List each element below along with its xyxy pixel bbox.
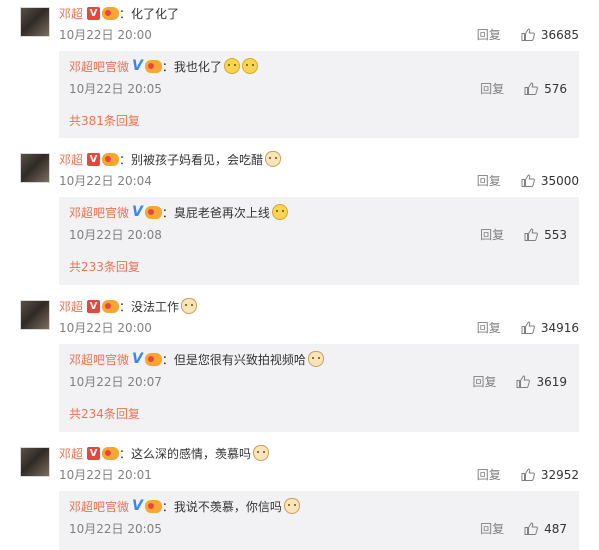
comment-text: 没法工作 [131,299,180,314]
reply-username[interactable]: 邓超吧官微 [69,351,129,368]
verified-v-icon: V [87,446,101,460]
colon-separator: ： [119,6,132,21]
colon-separator: ： [119,152,132,167]
thumbs-up-icon[interactable] [524,82,539,95]
member-badge-icon[interactable] [144,352,162,366]
thumbs-up-icon[interactable] [521,468,535,481]
member-badge-icon[interactable] [102,446,120,460]
reply-username[interactable]: 邓超吧官微 [69,498,129,515]
more-replies-link[interactable]: 共233条回复 [69,258,140,275]
reply-button[interactable]: 回复 [480,80,504,97]
username[interactable]: 邓超 [59,445,83,462]
verified-blue-v-icon: V [132,58,143,74]
reply-text: 我说不羡慕，你信吗 [173,499,282,514]
member-badge-icon[interactable] [102,6,120,20]
reply-box: 邓超吧官微 V ： 我说不羡慕，你信吗 10月22日 20:05 回复 487 [59,491,579,550]
doge-emoji-icon [181,298,198,314]
member-badge-icon[interactable] [144,205,162,219]
comment-text: 化了化了 [131,6,180,21]
reply-text: 我也化了 [173,59,222,74]
member-badge-icon[interactable] [102,299,120,313]
reply-button[interactable]: 回复 [480,226,504,243]
thumbs-up-icon[interactable] [521,28,535,41]
like-count: 36685 [540,27,579,42]
reply-username[interactable]: 邓超吧官微 [69,58,129,75]
reply-button[interactable]: 回复 [477,172,501,189]
verified-v-icon: V [87,299,101,313]
comment-time: 10月22日 20:01 [59,468,152,482]
colon-separator: ： [161,352,174,367]
like-count: 576 [544,81,567,96]
thumbs-up-icon[interactable] [521,174,535,187]
verified-v-icon: V [87,152,101,166]
like-count: 3619 [536,374,567,389]
reply-time: 10月22日 20:05 [69,522,162,536]
comment-text: 这么深的感情，羡慕吗 [131,446,252,461]
more-replies-link[interactable]: 共381条回复 [69,112,140,129]
doge-emoji-icon [265,151,282,167]
doge-emoji-icon [253,445,270,461]
colon-separator: ： [119,446,132,461]
reply-text: 臭屁老爸再次上线 [173,205,270,220]
reply-button[interactable]: 回复 [477,466,501,483]
verified-v-icon: V [87,6,101,20]
melting-face-emoji-icon [241,58,258,74]
thumbs-up-icon[interactable] [524,228,539,241]
colon-separator: ： [161,499,174,514]
username[interactable]: 邓超 [59,298,83,315]
smirk-face-emoji-icon [271,204,288,220]
comment-time: 10月22日 20:00 [59,28,152,42]
more-replies-link[interactable]: 共234条回复 [69,405,140,422]
thumbs-up-icon[interactable] [521,321,535,334]
thumbs-up-icon[interactable] [516,375,531,388]
reply-box: 邓超吧官微 V ： 我也化了 10月22日 20:05 回复 576 共381条… [59,51,579,138]
member-badge-icon[interactable] [102,152,120,166]
colon-separator: ： [161,205,174,220]
like-count: 32952 [540,467,579,482]
comment-time: 10月22日 20:00 [59,321,152,335]
verified-blue-v-icon: V [132,204,143,220]
doge-emoji-icon [307,351,324,367]
username[interactable]: 邓超 [59,5,83,22]
reply-username[interactable]: 邓超吧官微 [69,204,129,221]
username[interactable]: 邓超 [59,151,83,168]
reply-button[interactable]: 回复 [472,373,496,390]
reply-time: 10月22日 20:05 [69,82,162,96]
member-badge-icon[interactable] [144,59,162,73]
avatar[interactable] [20,153,50,183]
doge-emoji-icon [283,498,300,514]
like-count: 35000 [540,173,579,188]
reply-text: 但是您很有兴致拍视频哈 [173,352,306,367]
thumbs-up-icon[interactable] [524,522,539,535]
reply-box: 邓超吧官微 V ： 臭屁老爸再次上线 10月22日 20:08 回复 553 共… [59,197,579,285]
avatar[interactable] [20,300,50,330]
like-count: 553 [544,227,567,242]
reply-button[interactable]: 回复 [480,520,504,537]
colon-separator: ： [161,59,174,74]
comment-text: 别被孩子妈看见，会吃醋 [131,152,264,167]
reply-button[interactable]: 回复 [477,26,501,43]
reply-box: 邓超吧官微 V ： 但是您很有兴致拍视频哈 10月22日 20:07 回复 36… [59,344,579,432]
reply-time: 10月22日 20:07 [69,375,162,389]
verified-blue-v-icon: V [132,498,143,514]
like-count: 34916 [540,320,579,335]
colon-separator: ： [119,299,132,314]
reply-button[interactable]: 回复 [477,319,501,336]
melting-face-emoji-icon [223,58,240,74]
reply-time: 10月22日 20:08 [69,228,162,242]
comment-time: 10月22日 20:04 [59,174,152,188]
verified-blue-v-icon: V [132,351,143,367]
like-count: 487 [544,521,567,536]
member-badge-icon[interactable] [144,499,162,513]
avatar[interactable] [20,7,50,37]
avatar[interactable] [20,447,50,477]
